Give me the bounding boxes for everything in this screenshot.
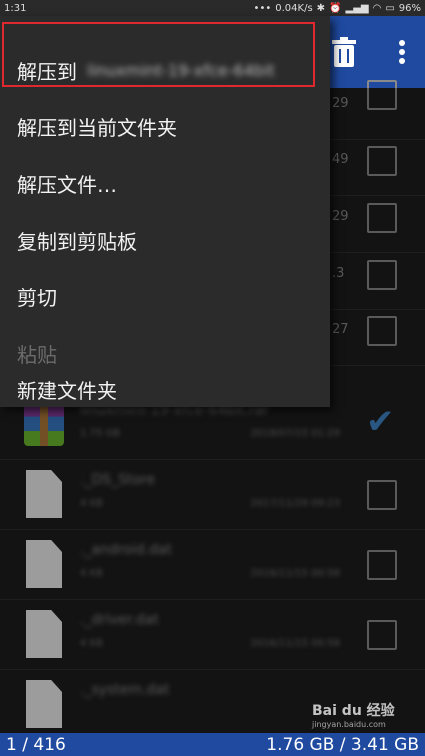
list-item[interactable]: ._android.dat 4 KB 2016/11/15 00:58 bbox=[0, 530, 425, 600]
menu-item-label: 剪切 bbox=[17, 285, 57, 310]
selection-count: 1 / 416 bbox=[6, 734, 66, 755]
checkmark-icon[interactable]: ✔ bbox=[366, 402, 395, 442]
bluetooth-icon: ✱ bbox=[316, 2, 326, 14]
list-item[interactable]: ._driver.dat 4 KB 2016/11/15 00:58 bbox=[0, 600, 425, 670]
file-icon bbox=[26, 680, 62, 728]
bottom-bar: 1 / 416 1.76 GB / 3.41 GB bbox=[0, 733, 425, 756]
context-menu: 解压到 linuxmint-19-xfce-64bit 解压到当前文件夹 解压文… bbox=[0, 16, 330, 407]
checkbox[interactable] bbox=[367, 260, 397, 290]
file-icon bbox=[26, 540, 62, 588]
file-date: 2018/07/15 01:29 bbox=[250, 428, 340, 439]
checkbox[interactable] bbox=[367, 620, 397, 650]
status-bar: 1:31 ••• 0.04K/s ✱ ⏰ ▂▄▆ ◠ ▭ 96% bbox=[0, 0, 425, 16]
menu-item-copy[interactable]: 复制到剪贴板 bbox=[0, 212, 330, 268]
menu-item-extract-to[interactable]: 解压到 linuxmint-19-xfce-64bit bbox=[0, 42, 330, 98]
checkbox[interactable] bbox=[367, 80, 397, 110]
menu-item-label: 解压文件… bbox=[17, 172, 117, 197]
file-size: 4 KB bbox=[80, 638, 103, 649]
extract-folder-name: linuxmint-19-xfce-64bit bbox=[87, 60, 275, 80]
net-speed: 0.04K/s bbox=[275, 2, 313, 14]
date-text: 27 bbox=[332, 322, 349, 337]
checkbox[interactable] bbox=[367, 316, 397, 346]
file-size: 1.75 GB bbox=[80, 428, 121, 439]
file-size: 4 KB bbox=[80, 498, 103, 509]
file-size: 4 KB bbox=[80, 568, 103, 579]
storage-usage: 1.76 GB / 3.41 GB bbox=[266, 734, 419, 755]
battery-icon: ▭ bbox=[385, 2, 395, 14]
alarm-icon: ⏰ bbox=[329, 2, 342, 14]
file-name: ._DS_Store bbox=[80, 472, 156, 488]
menu-item-cut[interactable]: 剪切 bbox=[0, 268, 330, 324]
menu-item-label: 新建文件夹 bbox=[17, 378, 117, 403]
menu-item-new-folder[interactable]: 新建文件夹 bbox=[0, 361, 330, 417]
file-date: 2016/11/15 00:58 bbox=[250, 638, 340, 649]
menu-item-extract-here[interactable]: 解压到当前文件夹 bbox=[0, 98, 330, 154]
file-icon bbox=[26, 610, 62, 658]
battery-level: 96% bbox=[398, 2, 421, 14]
status-time: 1:31 bbox=[4, 2, 27, 14]
list-item[interactable]: ._DS_Store 4 KB 2017/11/29 09:23 bbox=[0, 460, 425, 530]
date-text: 49 bbox=[332, 152, 349, 167]
trash-icon[interactable] bbox=[330, 36, 358, 68]
date-text: 29 bbox=[332, 209, 349, 224]
file-icon bbox=[26, 470, 62, 518]
checkbox[interactable] bbox=[367, 146, 397, 176]
date-text: 29 bbox=[332, 96, 349, 111]
checkbox[interactable] bbox=[367, 203, 397, 233]
wifi-icon: ◠ bbox=[372, 2, 382, 14]
more-vert-icon[interactable] bbox=[388, 36, 416, 68]
file-name: ._android.dat bbox=[80, 542, 172, 558]
menu-item-extract-files[interactable]: 解压文件… bbox=[0, 155, 330, 211]
menu-item-label: 解压到 bbox=[17, 59, 77, 84]
menu-item-label: 复制到剪贴板 bbox=[17, 229, 137, 254]
checkbox[interactable] bbox=[367, 480, 397, 510]
checkbox[interactable] bbox=[367, 550, 397, 580]
signal-icon: ▂▄▆ bbox=[345, 2, 369, 14]
date-text: .3 bbox=[332, 266, 345, 281]
file-date: 2016/11/15 00:58 bbox=[250, 568, 340, 579]
file-date: 2017/11/29 09:23 bbox=[250, 498, 340, 509]
menu-item-label: 解压到当前文件夹 bbox=[17, 115, 177, 140]
file-name: ._system.dat bbox=[80, 682, 170, 698]
baidu-watermark-logo: Bai du 经验 jingyan.baidu.com bbox=[312, 703, 395, 729]
file-name: ._driver.dat bbox=[80, 612, 159, 628]
dots-icon: ••• bbox=[253, 2, 272, 14]
